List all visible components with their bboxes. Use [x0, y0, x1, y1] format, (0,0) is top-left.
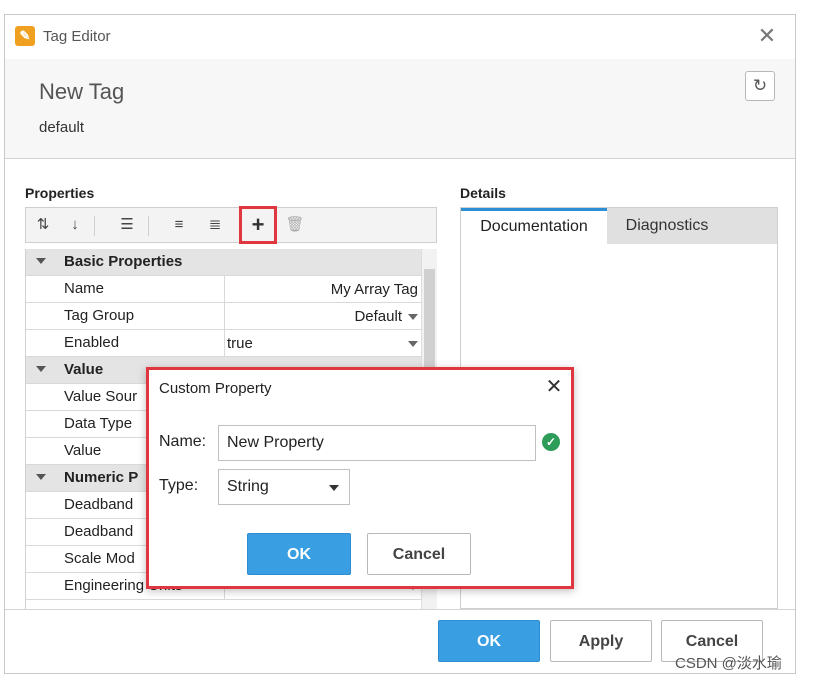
property-name: Deadband	[64, 496, 134, 513]
custom-property-dialog: Custom Property ✕ Name: New Property ✓ T…	[146, 367, 574, 589]
check-icon: ✓	[542, 433, 560, 451]
details-label: Details	[460, 185, 506, 201]
properties-toolbar: ⇅ ↓ ☰ ≡ ≣ + 🗑	[25, 206, 437, 244]
tab-documentation[interactable]: Documentation	[461, 208, 607, 244]
ok-button[interactable]: OK	[438, 620, 540, 662]
group-label: Value	[64, 361, 104, 378]
property-value: My Array Tag	[330, 281, 418, 298]
details-tabs: Documentation Diagnostics	[461, 208, 777, 244]
group-basic-properties[interactable]: Basic Properties	[26, 249, 421, 276]
add-icon[interactable]: +	[245, 212, 271, 238]
toolbar-divider	[94, 216, 95, 236]
property-name: Value Sour	[64, 388, 138, 405]
sort-alpha-icon[interactable]: ↓	[62, 212, 88, 238]
property-name: Tag Group	[64, 307, 135, 324]
collapse-all-icon[interactable]: ≣	[202, 212, 228, 238]
toolbar-divider	[148, 216, 149, 236]
tag-name: New Tag	[39, 79, 125, 104]
dialog-cancel-button[interactable]: Cancel	[367, 533, 471, 575]
collapse-icon[interactable]	[36, 366, 46, 372]
close-icon[interactable]: ✕	[543, 376, 565, 398]
type-select-value: String	[227, 478, 269, 495]
property-name: Name	[64, 280, 105, 297]
property-value: Default	[354, 308, 402, 325]
name-label: Name:	[159, 433, 207, 450]
expand-all-icon[interactable]: ≡	[166, 212, 192, 238]
title-bar: ✎ Tag Editor ✕	[5, 15, 795, 59]
tag-editor-icon: ✎	[15, 26, 35, 46]
chevron-down-icon[interactable]	[408, 341, 418, 347]
property-value-cell[interactable]: My Array Tag	[224, 276, 421, 303]
type-select[interactable]: String	[218, 469, 350, 505]
refresh-icon[interactable]: ↻	[745, 71, 775, 101]
collapse-icon[interactable]	[36, 474, 46, 480]
delete-icon[interactable]: 🗑	[282, 212, 308, 238]
collapse-icon[interactable]	[36, 258, 46, 264]
name-field[interactable]: New Property	[218, 425, 536, 461]
property-name: Data Type	[64, 415, 133, 432]
property-value-cell[interactable]: Default	[224, 303, 421, 330]
sort-category-icon[interactable]: ⇅	[30, 212, 56, 238]
group-label: Numeric P	[64, 469, 139, 486]
group-label: Basic Properties	[64, 253, 183, 270]
property-name: Value	[64, 442, 102, 459]
type-label: Type:	[159, 477, 199, 494]
property-row-enabled[interactable]: Enabled true	[26, 330, 421, 357]
list-icon[interactable]: ☰	[114, 212, 140, 238]
apply-button[interactable]: Apply	[550, 620, 652, 662]
watermark: CSDN @淡水瑜	[675, 655, 782, 672]
tag-provider: default	[39, 119, 85, 136]
tag-header: New Tag default ↻	[5, 59, 795, 159]
chevron-down-icon[interactable]	[329, 485, 339, 491]
scrollbar-thumb[interactable]	[424, 269, 435, 379]
property-name: Deadband	[64, 523, 134, 540]
property-value-cell[interactable]: true	[224, 330, 421, 357]
chevron-down-icon[interactable]	[408, 314, 418, 320]
property-value: true	[227, 335, 253, 352]
tab-diagnostics[interactable]: Diagnostics	[607, 208, 727, 244]
dialog-ok-button[interactable]: OK	[247, 533, 351, 575]
property-name: Scale Mod	[64, 550, 135, 567]
property-row-name[interactable]: Name My Array Tag	[26, 276, 421, 303]
property-name: Enabled	[64, 334, 120, 351]
close-icon[interactable]: ✕	[755, 23, 779, 49]
window-title: Tag Editor	[43, 28, 111, 45]
property-row-tag-group[interactable]: Tag Group Default	[26, 303, 421, 330]
properties-label: Properties	[25, 185, 95, 201]
dialog-title: Custom Property	[159, 380, 272, 397]
